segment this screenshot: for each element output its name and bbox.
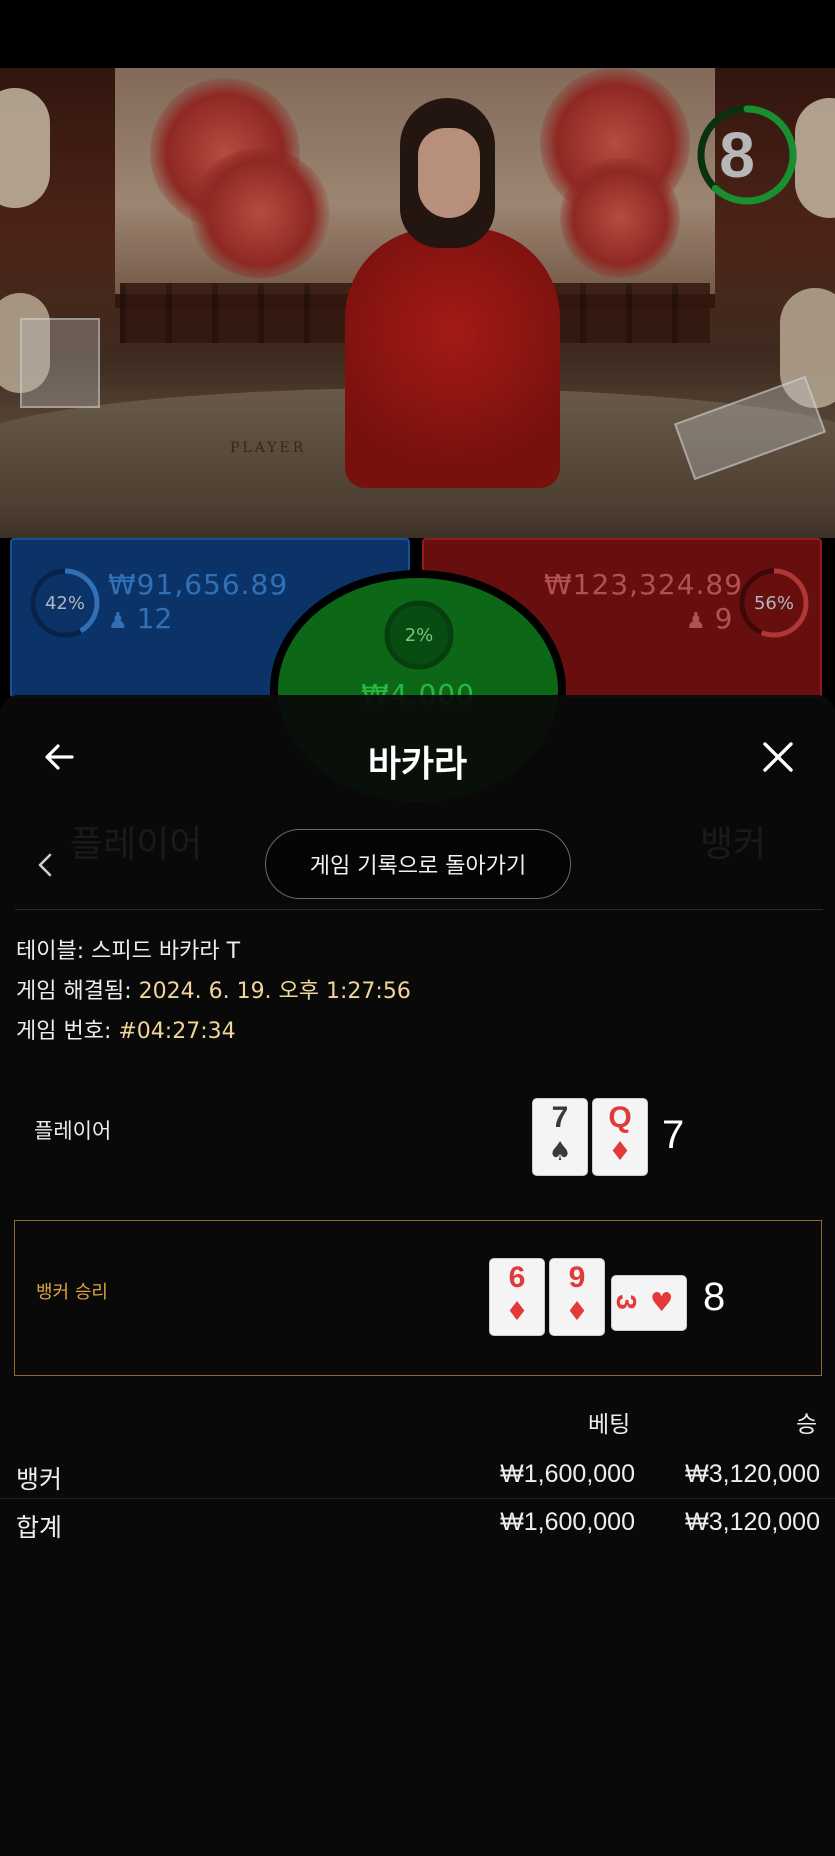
chevron-left-icon[interactable] bbox=[30, 845, 60, 885]
info-resolved-label: 게임 해결됨: bbox=[16, 979, 132, 1004]
card-rank: 6 bbox=[508, 1261, 526, 1294]
column-header-bet: 베팅 bbox=[588, 1412, 631, 1438]
divider bbox=[0, 1498, 835, 1499]
row-label-total: 합계 bbox=[16, 1513, 63, 1542]
back-to-history-button[interactable]: 게임 기록으로 돌아가기 bbox=[265, 829, 571, 899]
playing-card: 7 ♠ bbox=[533, 1099, 587, 1175]
row-label-banker: 뱅커 bbox=[16, 1465, 63, 1494]
player-hand-label: 플레이어 bbox=[34, 1119, 112, 1143]
playing-card: Q ♦ bbox=[593, 1099, 647, 1175]
game-history-sheet: 플레이어 뱅커 바카라 게임 기록으로 돌아가기 테이블: 스피드 바카라 T … bbox=[0, 695, 835, 1856]
info-number-label: 게임 번호: bbox=[16, 1019, 112, 1044]
diamond-icon: ♦ bbox=[608, 1137, 632, 1167]
spade-icon: ♠ bbox=[548, 1137, 572, 1167]
row-win-total: ₩3,120,000 bbox=[685, 1508, 820, 1536]
info-resolved: 게임 해결됨: 2024. 6. 19. 오후 1:27:56 bbox=[16, 973, 411, 1005]
heart-icon: ♥ bbox=[650, 1288, 674, 1318]
banker-score: 8 bbox=[703, 1275, 726, 1319]
playing-card: 9 ♦ bbox=[550, 1259, 604, 1335]
card-rank: 3 bbox=[610, 1294, 642, 1310]
row-win-banker: ₩3,120,000 bbox=[685, 1460, 820, 1488]
sheet-title: 바카라 bbox=[367, 744, 468, 785]
playing-card: 3 ♥ bbox=[610, 1276, 686, 1330]
playing-card: 6 ♦ bbox=[490, 1259, 544, 1335]
card-rank: 7 bbox=[551, 1101, 569, 1134]
close-icon[interactable] bbox=[756, 735, 800, 779]
card-rank: 9 bbox=[568, 1261, 586, 1294]
info-table-value: 스피드 바카라 T bbox=[91, 939, 241, 964]
player-score: 7 bbox=[662, 1113, 685, 1157]
card-rank: Q bbox=[608, 1101, 632, 1134]
info-resolved-value: 2024. 6. 19. 오후 1:27:56 bbox=[138, 979, 411, 1004]
banker-win-label: 뱅커 승리 bbox=[36, 1282, 108, 1303]
divider bbox=[15, 909, 823, 910]
row-bet-total: ₩1,600,000 bbox=[500, 1508, 635, 1536]
banker-hand-row bbox=[14, 1220, 822, 1376]
diamond-icon: ♦ bbox=[565, 1297, 589, 1327]
sheet-header: 바카라 bbox=[0, 695, 835, 825]
info-game-number: 게임 번호: #04:27:34 bbox=[16, 1013, 236, 1045]
column-header-win: 승 bbox=[796, 1412, 818, 1438]
info-table: 테이블: 스피드 바카라 T bbox=[16, 933, 240, 965]
info-number-value: #04:27:34 bbox=[118, 1019, 236, 1044]
info-table-label: 테이블: bbox=[16, 939, 85, 964]
row-bet-banker: ₩1,600,000 bbox=[500, 1460, 635, 1488]
diamond-icon: ♦ bbox=[505, 1297, 529, 1327]
